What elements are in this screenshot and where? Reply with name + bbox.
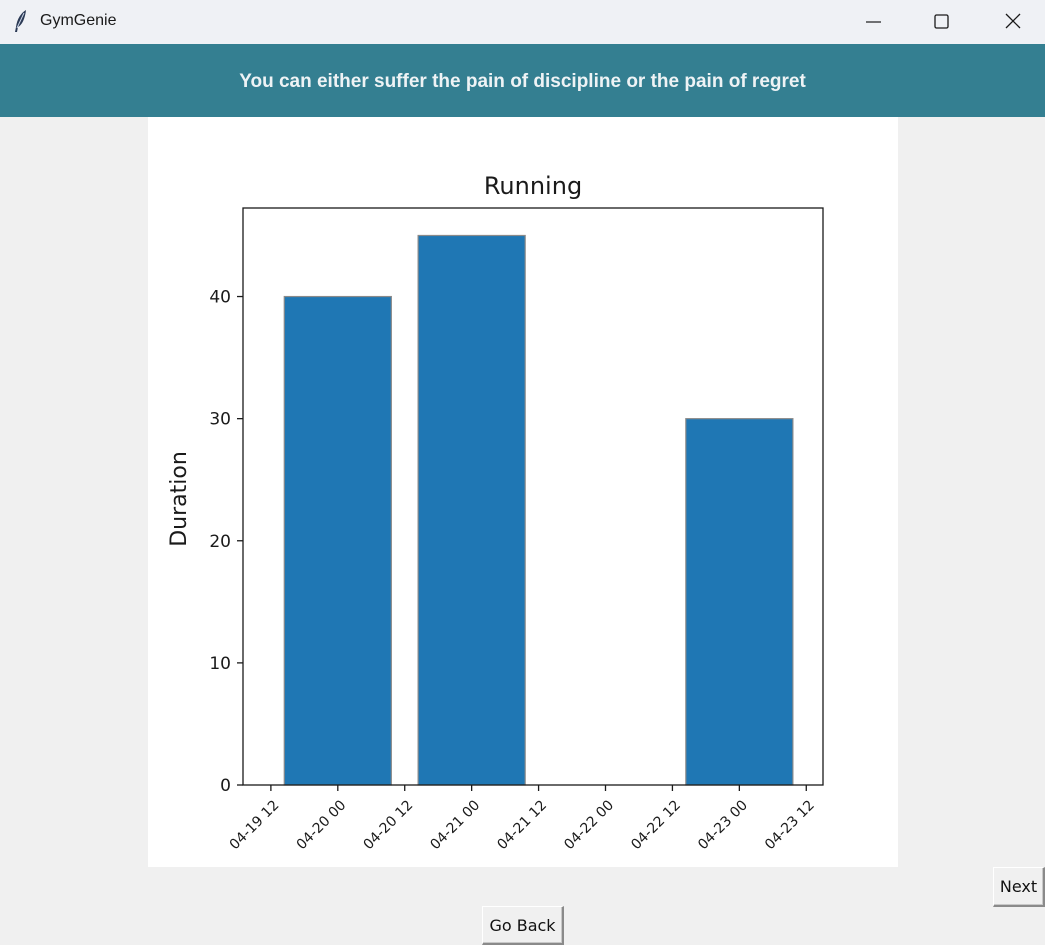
feather-icon <box>15 10 26 32</box>
running-chart: Running Duration 01020304004-19 12 04-20 … <box>167 172 824 853</box>
bar-04-23-00 <box>685 418 794 786</box>
go-back-button[interactable]: Go Back <box>482 906 564 945</box>
minimize-button[interactable] <box>850 0 896 44</box>
app-window: GymGenie You can either suffer the pain … <box>0 0 1045 945</box>
bar-04-20-00 <box>283 295 392 786</box>
x-tick-label: 04-20 12 <box>361 797 417 853</box>
y-tick-label: 10 <box>209 654 231 674</box>
y-tick-label: 0 <box>220 776 231 796</box>
close-button[interactable] <box>990 0 1036 44</box>
next-button[interactable]: Next <box>993 867 1045 907</box>
bar-04-21-00 <box>417 234 526 786</box>
x-tick-label: 04-22 00 <box>561 797 617 853</box>
y-tick-label: 20 <box>209 532 231 552</box>
close-icon <box>1005 13 1021 29</box>
minimize-icon <box>866 21 881 23</box>
banner-quote: You can either suffer the pain of discip… <box>239 70 806 92</box>
x-tick-label: 04-23 00 <box>695 797 751 853</box>
title-bar: GymGenie <box>0 0 1045 44</box>
x-tick-label: 04-21 00 <box>427 797 483 853</box>
x-tick-label: 04-19 12 <box>227 797 283 853</box>
x-tick-label: 04-21 12 <box>494 797 550 853</box>
motivation-banner: You can either suffer the pain of discip… <box>0 44 1045 117</box>
y-tick-label: 30 <box>209 410 231 430</box>
x-tick-label: 04-22 12 <box>628 797 684 853</box>
chart-canvas: Running Duration 0 10 20 30 40 04-19 12 04-20 … <box>148 117 898 867</box>
x-tick-label: 04-23 12 <box>762 797 818 853</box>
x-tick-label: 04-20 00 <box>294 797 350 853</box>
maximize-button[interactable] <box>919 0 965 44</box>
maximize-icon <box>934 14 949 29</box>
window-title: GymGenie <box>40 12 117 29</box>
chart-title: Running <box>484 172 582 200</box>
y-axis-label: Duration <box>167 451 192 547</box>
y-tick-label: 40 <box>209 288 231 308</box>
